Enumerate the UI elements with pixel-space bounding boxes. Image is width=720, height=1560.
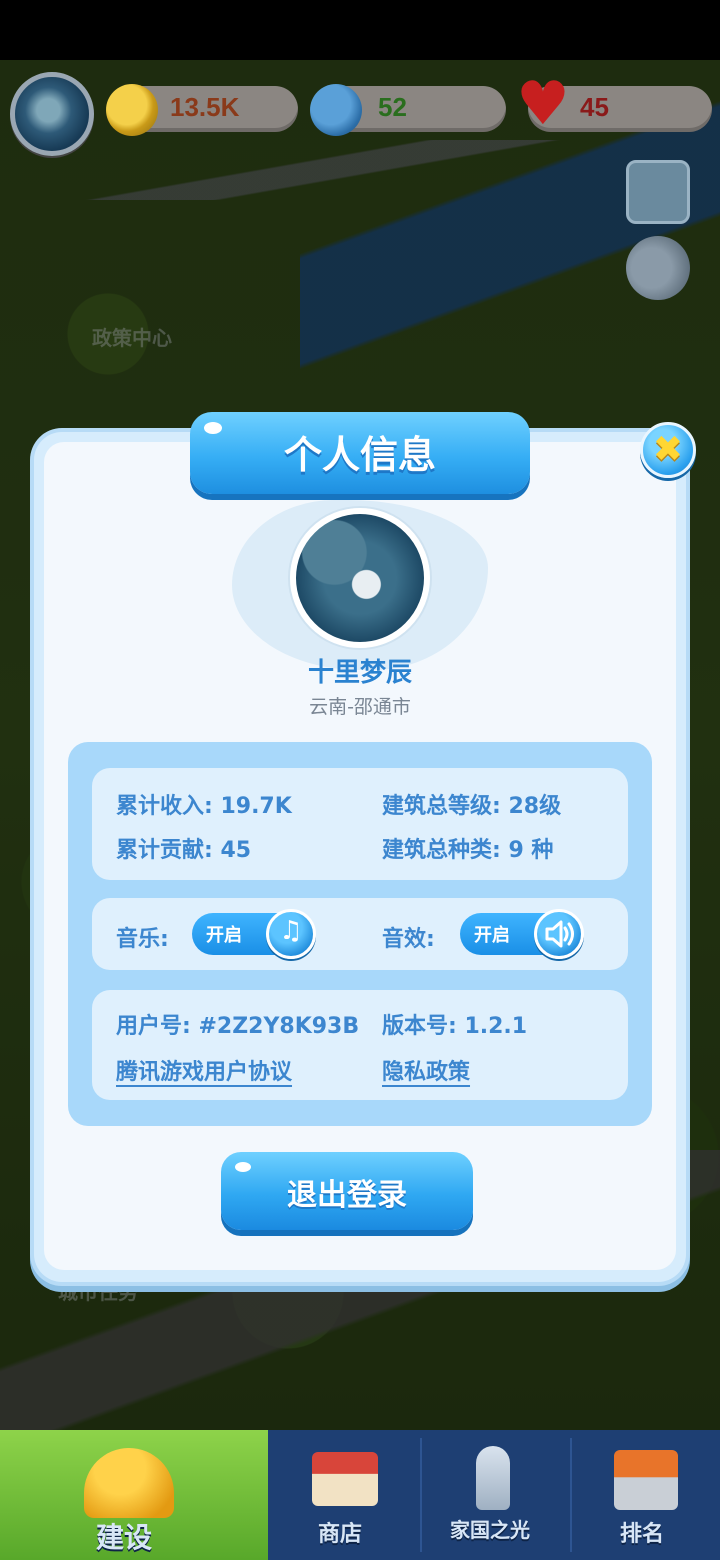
sound-toggle-state: 开启 [474, 925, 510, 946]
music-note-icon: ♫ [266, 909, 316, 959]
dialog-title: 个人信息 [283, 433, 436, 477]
user-agreement-link[interactable]: 腾讯游戏用户协议 [116, 1054, 292, 1086]
music-toggle-state: 开启 [206, 925, 242, 946]
sound-toggle[interactable]: 开启 [460, 909, 584, 959]
heart-icon [516, 74, 570, 136]
building-total-level: 建筑总等级: 28级 [382, 794, 562, 819]
sound-label: 音效: [382, 927, 435, 952]
close-button[interactable]: ✖ [640, 422, 696, 478]
privacy-policy-link[interactable]: 隐私政策 [382, 1054, 470, 1086]
player-location: 云南-邵通市 [309, 696, 411, 718]
star-icon [310, 84, 362, 136]
podium-icon [614, 1450, 678, 1510]
character-icon-button[interactable] [626, 160, 690, 224]
hearts-value: 45 [580, 92, 609, 122]
nav-label-build: 建设 [96, 1521, 153, 1554]
shop-icon [312, 1452, 378, 1506]
speaker-icon [534, 909, 584, 959]
nav-label-ranking: 排名 [620, 1522, 665, 1547]
building-total-types: 建筑总种类: 9 种 [382, 838, 554, 863]
megaphone-icon-button[interactable] [626, 236, 690, 300]
logout-button-label: 退出登录 [287, 1178, 407, 1213]
close-icon: ✖ [652, 429, 684, 470]
user-id: 用户号: #2Z2Y8K93B [116, 1014, 360, 1039]
nav-label-national-glory: 家国之光 [450, 1518, 530, 1542]
music-label: 音乐: [116, 927, 169, 952]
player-avatar-button[interactable] [10, 72, 94, 156]
coins-value: 13.5K [170, 92, 240, 122]
avatar [290, 508, 430, 648]
total-contribution: 累计贡献: 45 [116, 838, 252, 863]
stars-value: 52 [378, 92, 407, 122]
nav-label-shop: 商店 [318, 1522, 363, 1547]
total-income: 累计收入: 19.7K [116, 794, 292, 819]
rocket-icon [476, 1446, 510, 1510]
status-bar [0, 0, 720, 60]
music-toggle[interactable]: 开启 ♫ [192, 909, 316, 959]
player-nickname: 十里梦辰 [307, 658, 412, 688]
version-number: 版本号: 1.2.1 [382, 1014, 528, 1039]
coin-icon [106, 84, 158, 136]
